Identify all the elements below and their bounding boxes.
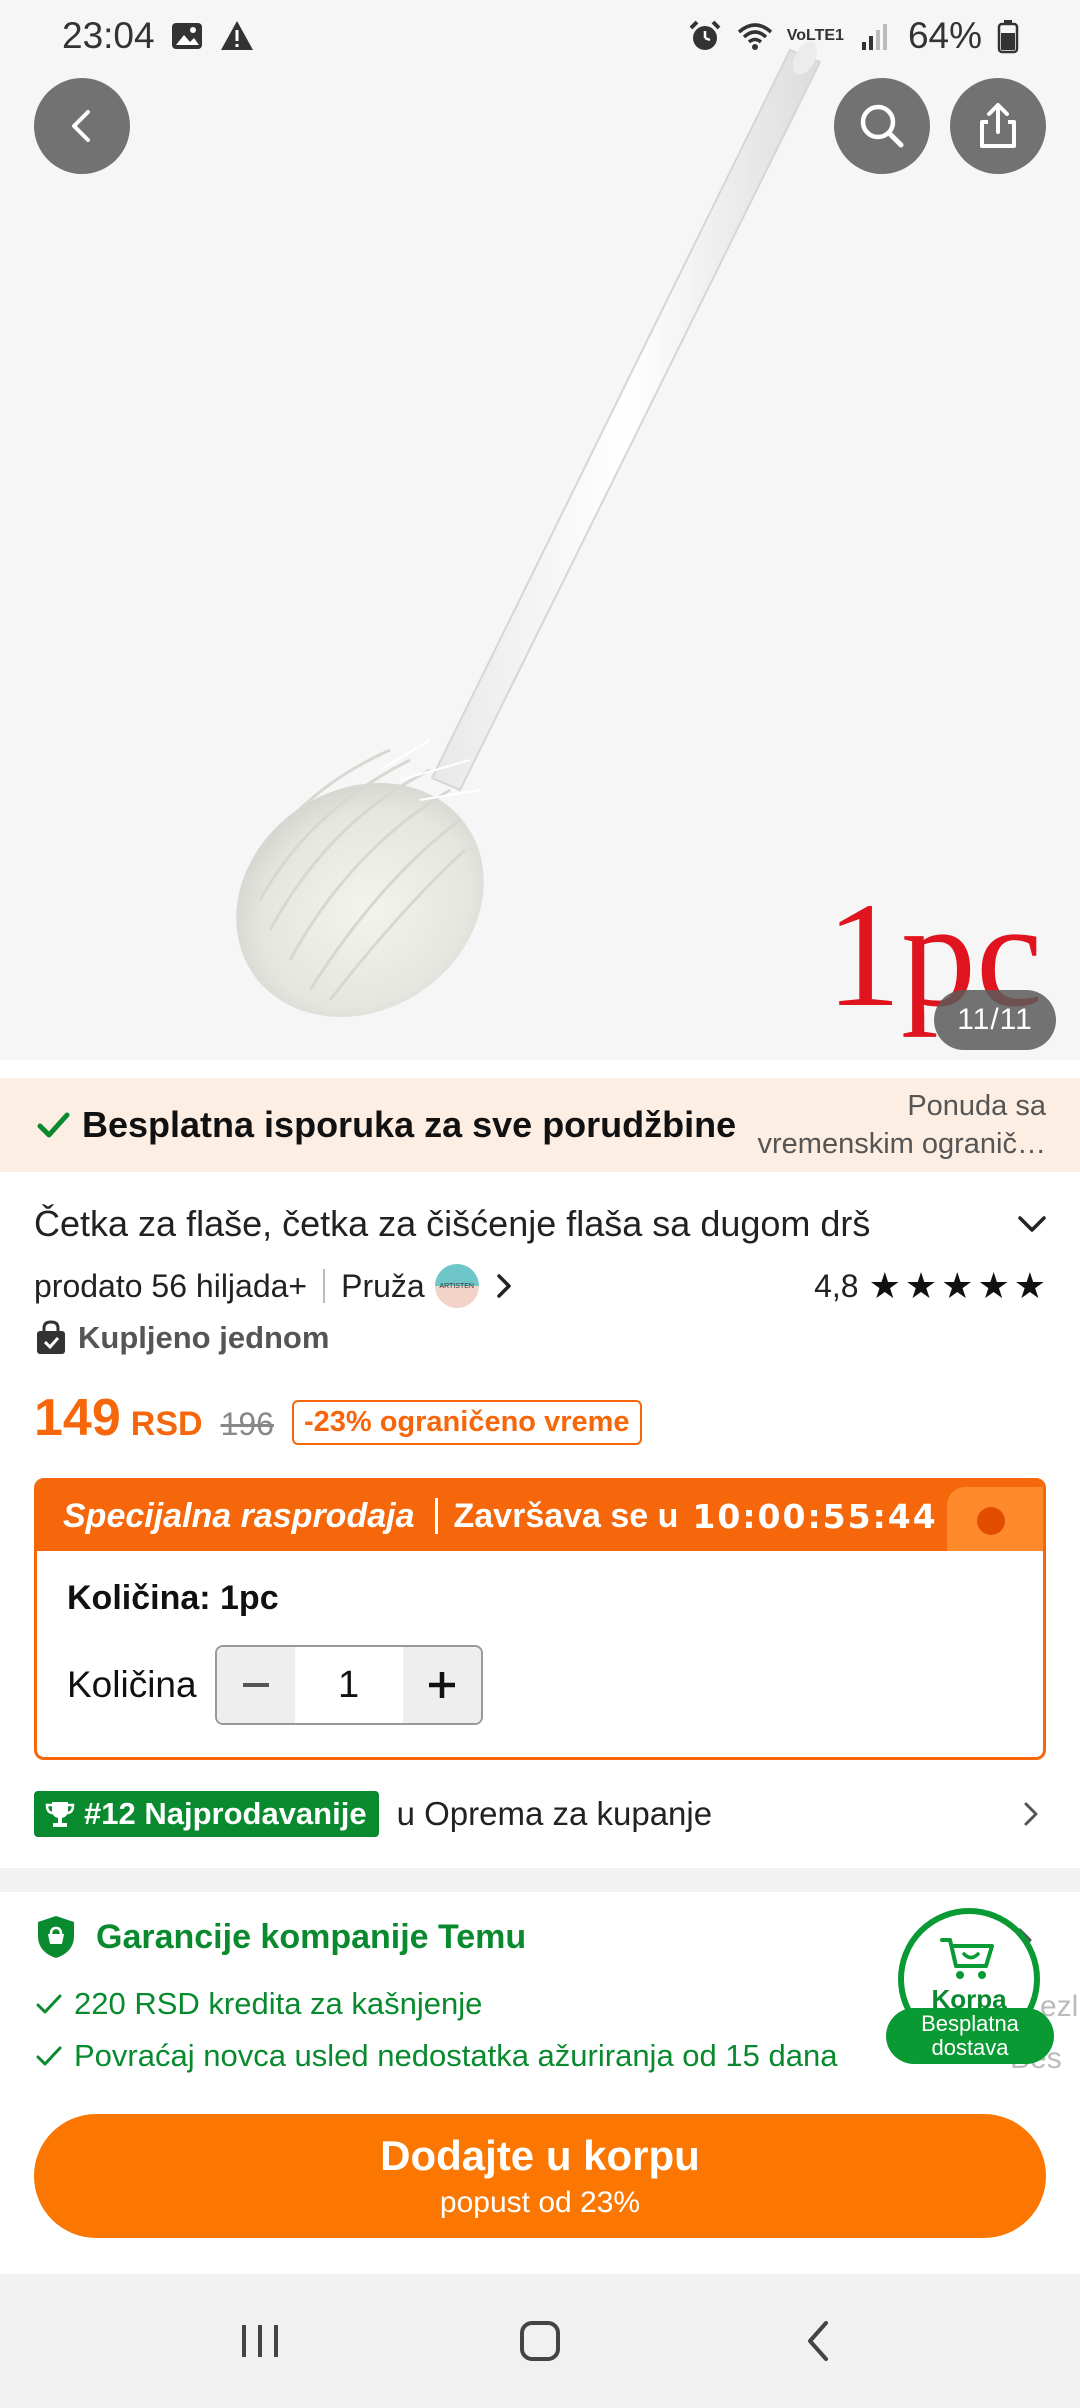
sale-timer: 10:00:55:44	[692, 1496, 938, 1536]
free-shipping-text: Besplatna isporuka za sve porudžbine	[82, 1104, 737, 1145]
limited-offer-text: Ponuda sa vremenskim ogranič…	[757, 1090, 1046, 1160]
product-title: Četka za flaše, četka za čišćenje flaša …	[34, 1203, 871, 1244]
quantity-label: Količina	[67, 1664, 197, 1705]
product-meta-row: prodato 56 hiljada+ Pruža ARTISTEN 4,8 ★…	[34, 1262, 1046, 1310]
guarantee-item-text: Povraćaj novca usled nedostatka ažuriran…	[74, 2038, 838, 2073]
image-counter: 11/11	[934, 990, 1056, 1050]
chevron-down-icon[interactable]	[1010, 1202, 1054, 1246]
bottom-action-bar: Dodajte u korpu popust od 23%	[0, 2098, 1080, 2274]
chevron-right-icon	[1024, 1802, 1038, 1826]
chevron-right-icon[interactable]	[489, 1268, 519, 1304]
cart-icon	[940, 1938, 994, 1979]
volte-indicator: VoLTE1	[786, 27, 844, 44]
bestseller-rank: #12 Najprodavanije	[84, 1796, 367, 1831]
price-currency: RSD	[130, 1405, 203, 1443]
special-sale-box: Specijalna rasprodaja Završava se u 10:0…	[34, 1478, 1046, 1760]
store-avatar[interactable]: ARTISTEN	[434, 1264, 479, 1308]
provider-label: Pruža	[341, 1267, 425, 1304]
guarantee-item-text: 220 RSD kredita za kašnjenje	[74, 1986, 483, 2021]
guarantee-item: Povraćaj novca usled nedostatka ažuriran…	[34, 2038, 837, 2074]
add-to-cart-discount: popust od 23%	[439, 2186, 641, 2219]
bought-once-row: Kupljeno jednom	[34, 1316, 329, 1360]
quantity-value[interactable]: 1	[294, 1647, 403, 1723]
warning-icon	[220, 21, 253, 50]
product-image-gallery[interactable]: 1pc 11/11	[0, 0, 1080, 1060]
discount-badge: -23% ograničeno vreme	[291, 1400, 642, 1445]
star-icon: ★	[868, 1265, 901, 1306]
product-title-row[interactable]: Četka za flaše, četka za čišćenje flaša …	[34, 1196, 1054, 1252]
increase-button[interactable]	[402, 1647, 481, 1723]
star-icon: ★	[941, 1265, 974, 1306]
share-button[interactable]	[950, 78, 1046, 174]
decrease-button[interactable]	[216, 1647, 295, 1723]
quantity-stepper[interactable]: 1	[214, 1645, 483, 1725]
original-price: 196	[220, 1406, 274, 1442]
star-icon: ★	[904, 1265, 938, 1306]
trophy-icon	[45, 1802, 75, 1827]
wifi-icon	[737, 23, 772, 50]
rating[interactable]: 4,8 ★ ★ ★ ★ ★	[814, 1268, 1046, 1305]
price-row: 149 RSD 196 -23% ograničeno vreme	[34, 1388, 642, 1452]
free-shipping-banner[interactable]: Besplatna isporuka za sve porudžbine Pon…	[0, 1078, 1080, 1172]
sale-title: Specijalna rasprodaja	[63, 1496, 415, 1535]
add-to-cart-label: Dodajte u korpu	[380, 2132, 700, 2179]
search-button[interactable]	[834, 78, 930, 174]
quantity-row: Količina 1	[67, 1645, 483, 1725]
bestseller-category: u Oprema za kupanje	[396, 1795, 713, 1832]
system-nav-bar	[0, 2274, 1080, 2408]
alarm-icon	[689, 20, 721, 50]
divider	[323, 1269, 326, 1303]
search-icon	[860, 104, 904, 148]
shield-icon	[38, 1916, 74, 1958]
share-icon	[980, 103, 1016, 148]
selected-quantity: Količina: 1pc	[67, 1579, 279, 1617]
battery-icon	[997, 20, 1019, 54]
divider	[434, 1498, 438, 1534]
bestseller-row[interactable]: #12 Najprodavanije u Oprema za kupanje	[34, 1790, 1046, 1838]
minus-icon	[242, 1683, 269, 1687]
gallery-icon	[171, 23, 202, 49]
signal-icon	[861, 24, 887, 50]
back-icon	[72, 110, 90, 142]
bestseller-badge: #12 Najprodavanije	[34, 1791, 379, 1837]
status-time: 23:04	[62, 15, 155, 56]
rating-value: 4,8	[814, 1267, 859, 1304]
free-delivery-badge: Besplatna dostava	[886, 2008, 1054, 2064]
add-to-cart-button[interactable]: Dodajte u korpu popust od 23%	[34, 2114, 1046, 2238]
check-icon	[36, 2046, 62, 2066]
guarantee-item: 220 RSD kredita za kašnjenje	[34, 1986, 482, 2022]
status-bar: 23:04 VoLTE1 64%	[0, 0, 1080, 72]
home-icon[interactable]	[510, 2311, 570, 2371]
check-icon	[36, 1994, 62, 2014]
back-button[interactable]	[34, 78, 130, 174]
battery-percent: 64%	[907, 15, 982, 56]
sold-count: prodato 56 hiljada+	[34, 1267, 308, 1304]
guarantee-title: Garancije kompanije Temu	[96, 1917, 527, 1956]
section-divider	[0, 1868, 1080, 1892]
star-icon: ★	[977, 1265, 1010, 1306]
check-icon	[37, 1112, 70, 1138]
guarantee-title-row: Garancije kompanije Temu	[34, 1914, 526, 1960]
plus-icon	[428, 1672, 455, 1698]
price-value: 149	[34, 1389, 121, 1447]
back-nav-icon[interactable]	[790, 2311, 850, 2371]
recent-apps-icon[interactable]	[230, 2311, 290, 2371]
star-half-icon: ★	[1013, 1265, 1046, 1306]
sale-decoration	[947, 1487, 1043, 1551]
sale-ends-label: Završava se u	[453, 1496, 679, 1535]
shopping-bag-icon	[37, 1320, 65, 1354]
bought-once-text: Kupljeno jednom	[78, 1320, 330, 1355]
sale-header: Specijalna rasprodaja Završava se u 10:0…	[37, 1481, 1043, 1551]
